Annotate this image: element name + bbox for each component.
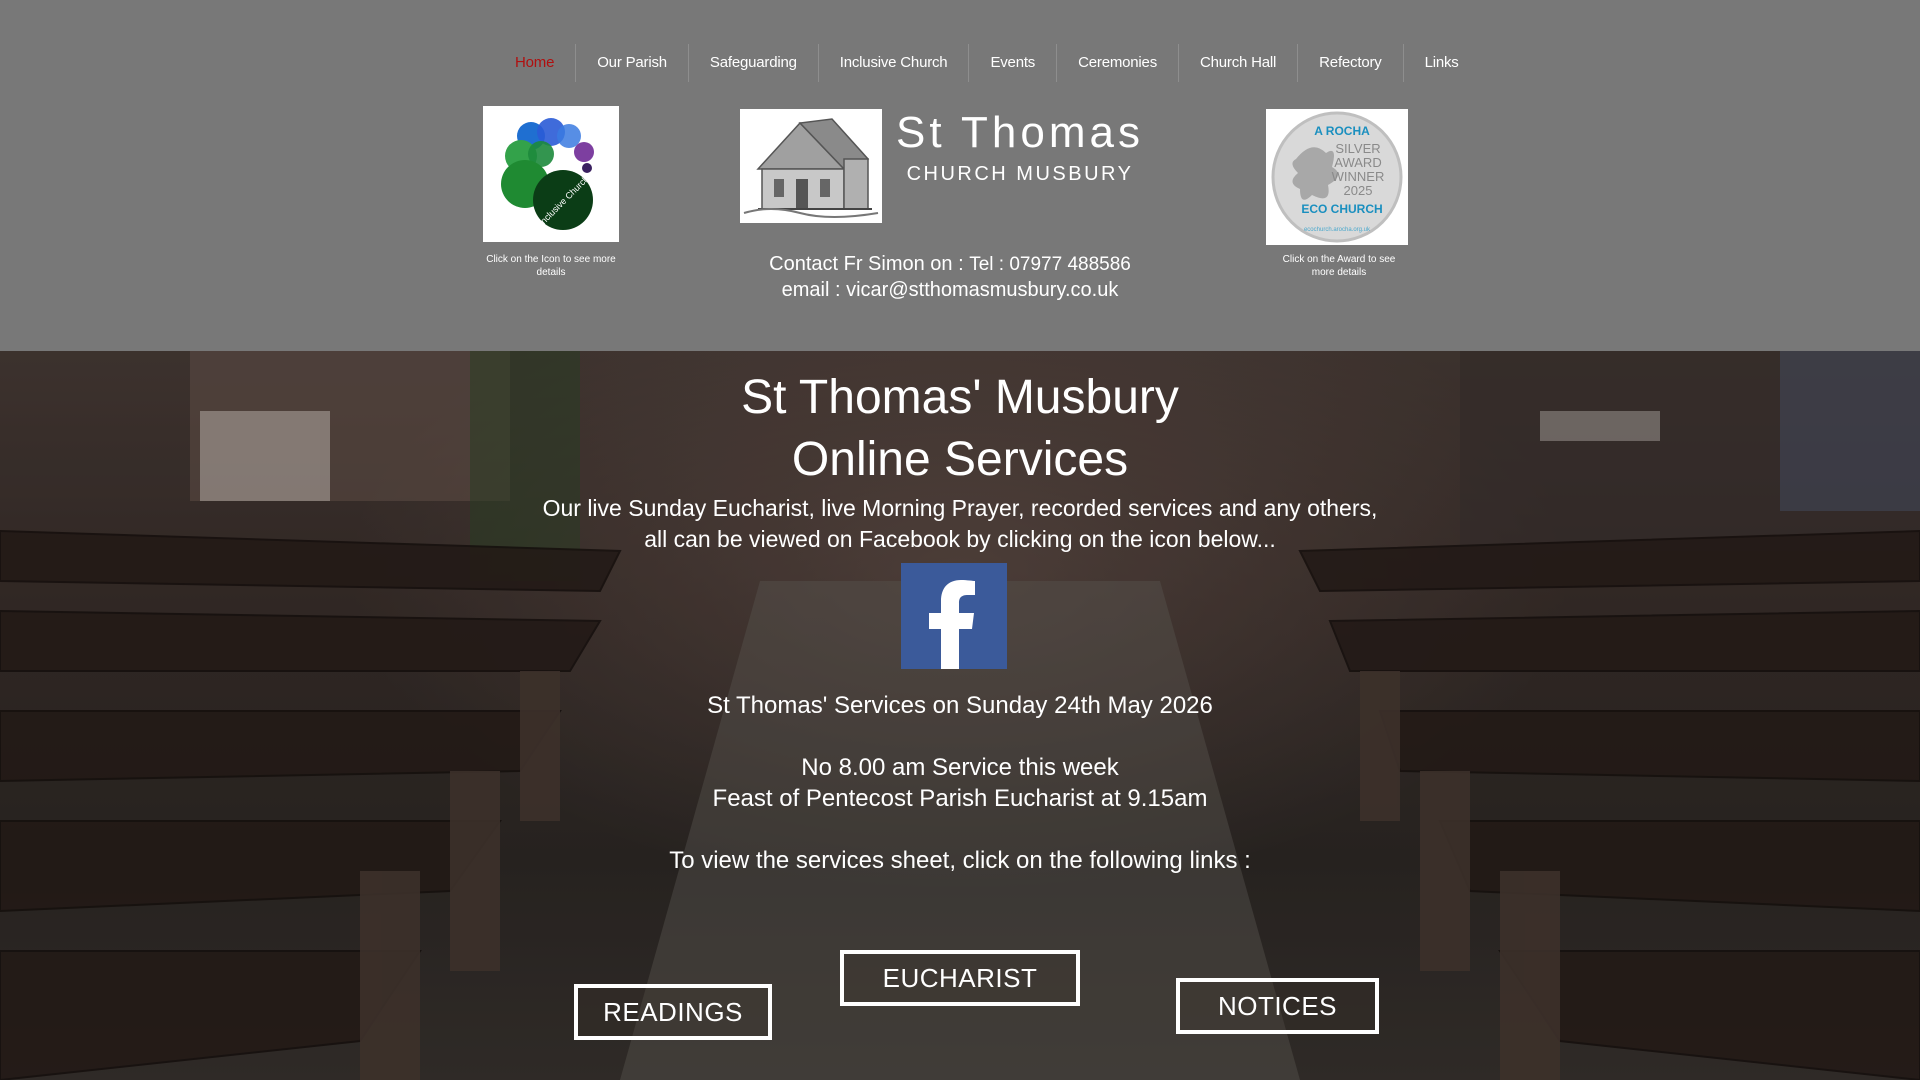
inclusive-church-logo[interactable]: Inclusive Church [483, 106, 619, 242]
eco-church-award-graphic: A ROCHA SILVER AWARD WINNER 2025 ECO CHU… [1271, 111, 1403, 243]
contact-email[interactable]: email : vicar@stthomasmusbury.co.uk [740, 279, 1160, 302]
church-sketch [740, 109, 882, 223]
inclusive-church-logo-graphic: Inclusive Church [501, 118, 594, 230]
service-sheet-links-text: To view the services sheet, click on the… [669, 847, 1251, 874]
online-services-title: St Thomas' Musbury Online Services [560, 367, 1360, 491]
service-line-2: Feast of Pentecost Parish Eucharist at 9… [712, 785, 1208, 812]
online-services-description: Our live Sunday Eucharist, live Morning … [440, 493, 1480, 555]
facebook-icon-graphic [901, 563, 1007, 669]
description-line-2: all can be viewed on Facebook by clickin… [644, 526, 1276, 552]
site-subtitle: CHURCH MUSBURY [906, 163, 1134, 185]
readings-button[interactable]: READINGS [574, 984, 772, 1040]
award-text-arocha: A ROCHA [1314, 124, 1370, 138]
nav-item-refectory[interactable]: Refectory [1297, 44, 1402, 82]
nav-item-church-hall[interactable]: Church Hall [1178, 44, 1297, 82]
award-text-eco-church: ECO CHURCH [1301, 202, 1382, 216]
facebook-icon[interactable] [901, 563, 1007, 669]
title-line-2: Online Services [791, 433, 1129, 486]
main-nav: Home Our Parish Safeguarding Inclusive C… [494, 44, 1480, 82]
contact-line: Contact Fr Simon on : Tel : 07977 488586 [740, 253, 1160, 276]
title-line-1: St Thomas' Musbury [741, 371, 1179, 424]
nav-item-ceremonies[interactable]: Ceremonies [1056, 44, 1178, 82]
nav-item-links[interactable]: Links [1402, 44, 1480, 82]
service-line-1: No 8.00 am Service this week [801, 754, 1119, 781]
services-heading: St Thomas' Services on Sunday 24th May 2… [707, 692, 1213, 719]
nav-item-home[interactable]: Home [494, 44, 575, 82]
inclusive-icon-caption: Click on the Icon to see more details [486, 254, 616, 278]
award-caption: Click on the Award to see more details [1282, 254, 1396, 278]
award-text-year: 2025 [1344, 183, 1373, 198]
nav-item-safeguarding[interactable]: Safeguarding [687, 44, 818, 82]
church-drawing-image [740, 109, 882, 223]
site-header: Home Our Parish Safeguarding Inclusive C… [0, 0, 1920, 351]
notices-button[interactable]: NOTICES [1176, 978, 1379, 1034]
eco-church-award-badge[interactable]: A ROCHA SILVER AWARD WINNER 2025 ECO CHU… [1266, 109, 1408, 245]
site-title: St Thomas [896, 108, 1144, 157]
award-text-silver: SILVER [1335, 141, 1380, 156]
award-text-url: ecochurch.arocha.org.uk [1304, 227, 1371, 233]
description-line-1: Our live Sunday Eucharist, live Morning … [542, 495, 1378, 521]
contact-tel[interactable]: Tel : 07977 488586 [969, 254, 1131, 275]
nav-item-events[interactable]: Events [968, 44, 1056, 82]
nav-item-inclusive-church[interactable]: Inclusive Church [817, 44, 969, 82]
nav-item-our-parish[interactable]: Our Parish [575, 44, 688, 82]
award-text-award: AWARD [1334, 155, 1381, 170]
contact-label: Contact Fr Simon on : [769, 253, 970, 275]
hero-section: St Thomas' Musbury Online Services Our l… [0, 351, 1920, 1080]
eucharist-button[interactable]: EUCHARIST [840, 950, 1080, 1006]
award-text-winner: WINNER [1332, 169, 1385, 184]
services-info: St Thomas' Services on Sunday 24th May 2… [560, 690, 1360, 876]
